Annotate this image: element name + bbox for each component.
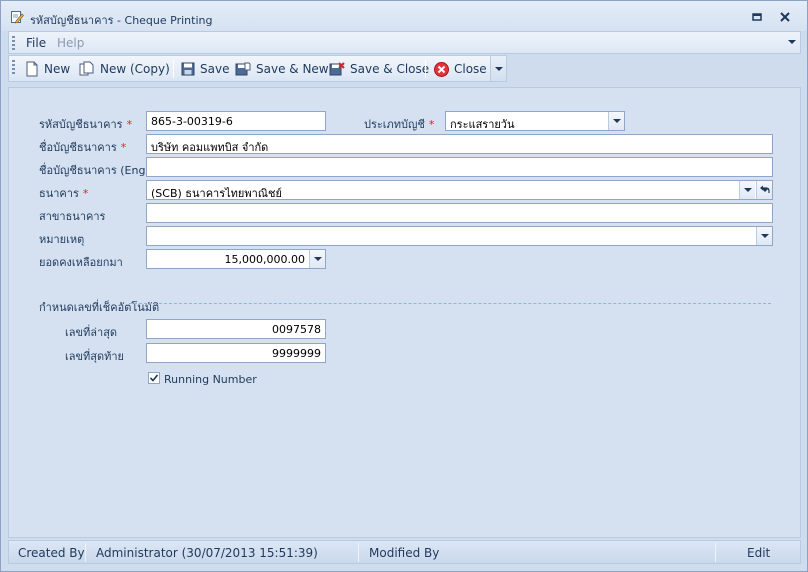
cheque-printing-window: รหัสบัญชีธนาคาร - Cheque Printing File H…: [0, 0, 808, 572]
account-code-label: รหัสบัญชีธนาคาร *: [39, 118, 133, 131]
account-type-label: ประเภทบัญชี *: [364, 118, 435, 131]
save-new-icon: [235, 62, 251, 76]
account-name-field[interactable]: บริษัท คอมแพทบิส จำกัด: [146, 134, 773, 154]
bank-value: (SCB) ธนาคารไทยพาณิชย์: [151, 187, 282, 200]
status-bar: Created By Administrator (30/07/2013 15:…: [8, 540, 801, 564]
last-number-field[interactable]: 9999999: [146, 343, 326, 363]
menu-help[interactable]: Help: [57, 36, 84, 50]
balance-field[interactable]: 15,000,000.00: [146, 249, 326, 269]
new-button[interactable]: New: [25, 58, 70, 80]
chevron-down-icon: [495, 67, 503, 71]
restore-icon[interactable]: [750, 10, 764, 24]
required-marker: *: [428, 118, 435, 131]
save-new-button-label: Save & New: [256, 62, 329, 76]
close-circle-icon: [434, 61, 449, 77]
toolbar-grip[interactable]: [12, 60, 15, 74]
status-separator: [85, 543, 86, 562]
save-close-button[interactable]: Save & Close: [329, 58, 429, 80]
save-disk-icon: [181, 62, 195, 76]
form-panel: รหัสบัญชีธนาคาร * 865-3-00319-6 ประเภทบัญ…: [8, 87, 801, 538]
save-new-button[interactable]: Save & New: [235, 58, 329, 80]
account-name-eng-field[interactable]: [146, 157, 773, 177]
toolbar-separator: [425, 60, 426, 78]
created-by-value: Administrator (30/07/2013 15:51:39): [96, 546, 318, 560]
status-separator: [358, 543, 359, 562]
last-number-label: เลขที่สุดท้าย: [65, 350, 125, 363]
branch-label: สาขาธนาคาร: [39, 210, 106, 223]
undo-arrow-icon: [760, 185, 770, 193]
created-by-label: Created By: [18, 546, 85, 560]
menu-bar: File Help: [8, 31, 801, 54]
edit-document-icon: [11, 11, 24, 24]
running-number-checkbox[interactable]: [148, 372, 160, 384]
toolbar: New New (Copy) Save Save & New Save & Cl…: [8, 55, 507, 82]
balance-calculator-button[interactable]: [309, 250, 325, 268]
title-bar: รหัสบัญชีธนาคาร - Cheque Printing: [1, 1, 807, 31]
bank-select[interactable]: (SCB) ธนาคารไทยพาณิชย์: [146, 180, 773, 200]
account-type-select[interactable]: กระแสรายวัน: [445, 111, 625, 131]
latest-number-label: เลขที่ล่าสุด: [65, 326, 118, 339]
bank-dropdown-button[interactable]: [739, 181, 755, 199]
account-name-eng-label: ชื่อบัญชีธนาคาร (Eng): [39, 164, 150, 177]
latest-number-field[interactable]: 0097578: [146, 319, 326, 339]
close-button[interactable]: Close: [434, 58, 487, 80]
new-copy-button[interactable]: New (Copy): [79, 58, 170, 80]
required-marker: *: [126, 118, 133, 131]
chevron-down-icon[interactable]: [788, 38, 796, 46]
new-copy-button-label: New (Copy): [100, 62, 170, 76]
auto-cheque-group-label: กำหนดเลขที่เช็คอัตโนมัติ: [39, 301, 160, 314]
account-name-label: ชื่อบัญชีธนาคาร *: [39, 141, 127, 154]
status-separator: [715, 543, 716, 562]
new-document-icon: [26, 61, 38, 77]
modified-by-label: Modified By: [369, 546, 440, 560]
save-close-button-label: Save & Close: [350, 62, 430, 76]
toolbar-separator: [173, 60, 174, 78]
note-dropdown-button[interactable]: [756, 227, 772, 245]
close-window-icon[interactable]: [778, 10, 792, 24]
required-marker: *: [120, 141, 127, 154]
copy-document-icon: [79, 61, 94, 76]
checkmark-icon: [149, 374, 159, 382]
balance-label: ยอดคงเหลือยกมา: [39, 256, 123, 269]
close-button-label: Close: [454, 62, 487, 76]
save-button-label: Save: [200, 62, 230, 76]
new-button-label: New: [44, 62, 71, 76]
required-marker: *: [82, 187, 89, 200]
window-title: รหัสบัญชีธนาคาร - Cheque Printing: [30, 14, 213, 27]
bank-label: ธนาคาร *: [39, 187, 89, 200]
note-label: หมายเหตุ: [39, 233, 85, 246]
toolbar-overflow-dropdown[interactable]: [490, 56, 506, 81]
menu-grip[interactable]: [12, 36, 15, 50]
save-button[interactable]: Save: [181, 58, 229, 80]
note-select[interactable]: [146, 226, 773, 246]
running-number-label[interactable]: Running Number: [164, 373, 257, 386]
group-divider: [129, 303, 771, 304]
menu-file[interactable]: File: [26, 36, 46, 50]
account-type-dropdown-button[interactable]: [608, 112, 624, 130]
edit-mode-status: Edit: [747, 546, 771, 560]
branch-field[interactable]: [146, 203, 773, 223]
account-code-field[interactable]: 865-3-00319-6: [146, 111, 326, 131]
save-close-icon: [329, 62, 345, 76]
bank-undo-button[interactable]: [756, 181, 772, 199]
account-type-value: กระแสรายวัน: [450, 118, 515, 131]
balance-value: 15,000,000.00: [224, 253, 305, 266]
